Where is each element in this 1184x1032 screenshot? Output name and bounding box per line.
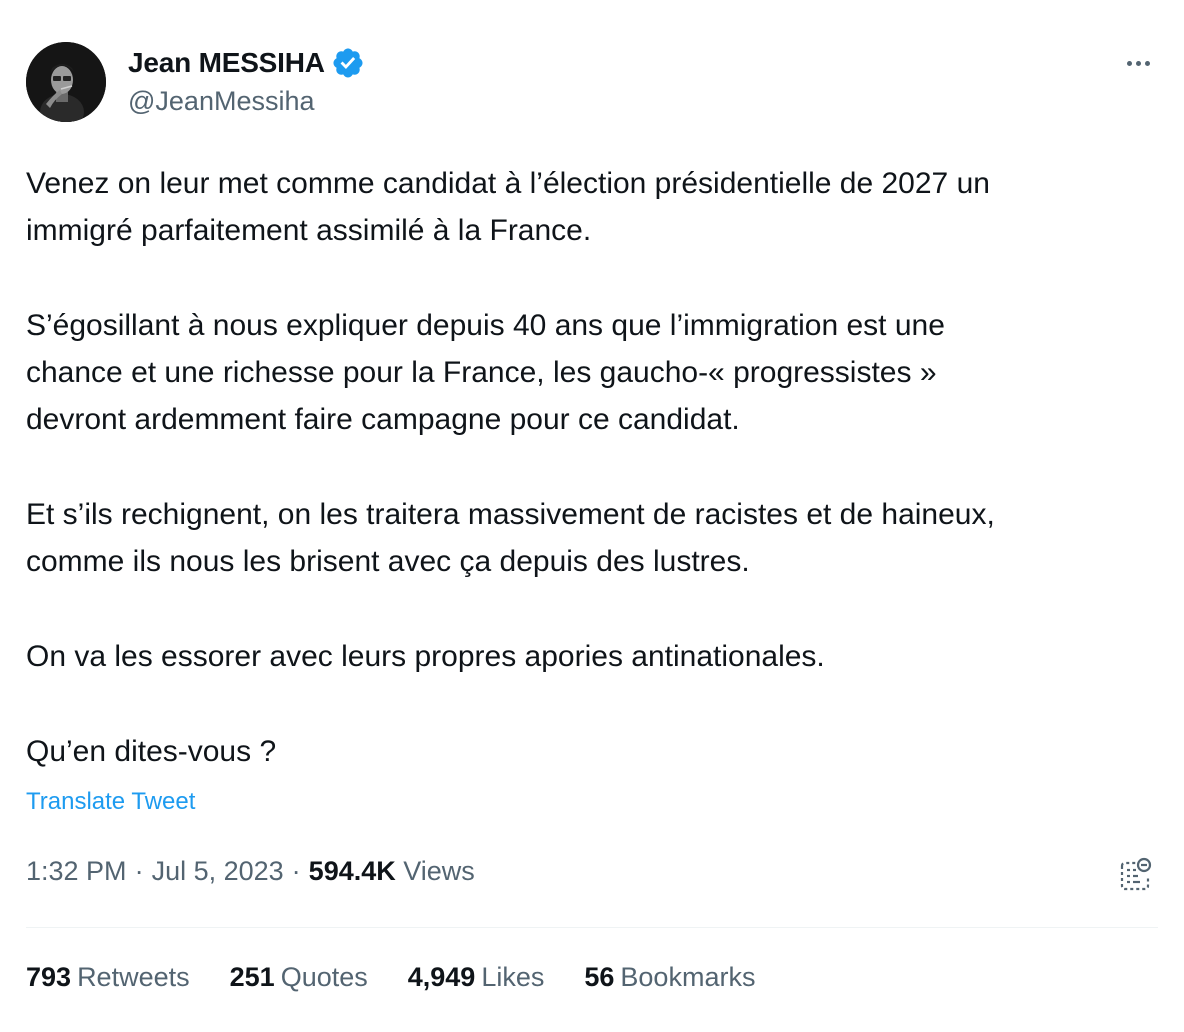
stat-quotes[interactable]: 251 Quotes (230, 962, 368, 993)
stat-value: 793 (26, 962, 72, 992)
avatar-image (26, 42, 106, 122)
more-options-icon[interactable] (1118, 48, 1158, 78)
tweet-meta: 1:32 PM · Jul 5, 2023 · 594.4K Views (26, 856, 475, 887)
more-dot (1135, 60, 1141, 66)
tweet-paragraph: Et s’ils rechignent, on les traitera mas… (26, 498, 995, 578)
stat-value: 251 (229, 962, 275, 992)
stat-retweets[interactable]: 793 Retweets (26, 962, 190, 993)
stat-likes[interactable]: 4,949 Likes (408, 962, 545, 993)
meta-separator: · (134, 856, 144, 886)
author-display-name[interactable]: Jean MESSIHA (128, 47, 325, 79)
stat-value: 56 (584, 962, 615, 992)
tweet-paragraph: Venez on leur met comme candidat à l’éle… (26, 167, 990, 247)
tweet-time[interactable]: 1:32 PM (26, 856, 127, 887)
views-count: 594.4K (308, 856, 396, 886)
author-handle[interactable]: @JeanMessiha (128, 86, 315, 117)
tweet-paragraph: On va les essorer avec leurs propres apo… (26, 640, 825, 673)
more-dot (1144, 60, 1150, 66)
tweet-paragraph: Qu’en dites-vous ? (26, 735, 277, 768)
tweet: Jean MESSIHA @JeanMessiha Venez on leur … (0, 0, 1184, 1032)
stat-label: Likes (481, 962, 545, 992)
tweet-text: Venez on leur met comme candidat à l’éle… (26, 160, 1166, 775)
avatar[interactable] (26, 42, 106, 122)
more-dot (1126, 60, 1132, 66)
author-name-row: Jean MESSIHA (128, 44, 365, 82)
stat-label: Retweets (77, 962, 190, 992)
tweet-paragraph: S’égosillant à nous expliquer depuis 40 … (26, 309, 945, 436)
views[interactable]: 594.4K Views (309, 856, 475, 887)
views-label: Views (403, 856, 475, 886)
stat-label: Quotes (280, 962, 368, 992)
community-notes-icon[interactable] (1116, 856, 1154, 894)
stat-bookmarks[interactable]: 56 Bookmarks (584, 962, 755, 993)
meta-separator: · (291, 856, 301, 886)
tweet-date[interactable]: Jul 5, 2023 (152, 856, 284, 887)
tweet-stats: 793 Retweets 251 Quotes 4,949 Likes 56 Bookm… (26, 962, 755, 993)
divider (26, 927, 1158, 928)
stat-value: 4,949 (407, 962, 476, 992)
translate-tweet-link[interactable]: Translate Tweet (26, 788, 195, 816)
verified-badge-icon[interactable] (331, 46, 365, 80)
stat-label: Bookmarks (620, 962, 756, 992)
